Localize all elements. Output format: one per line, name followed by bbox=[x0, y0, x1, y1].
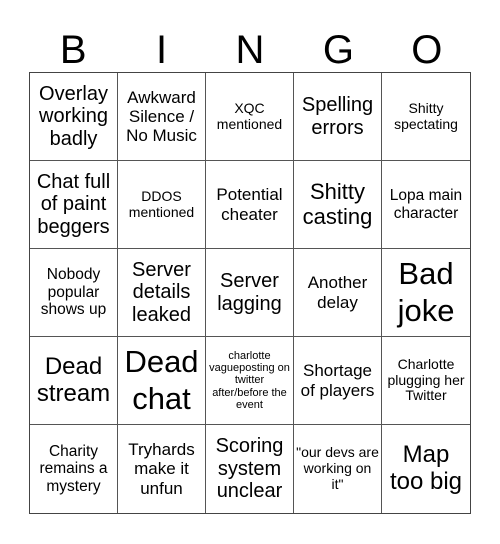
header-letter-b: B bbox=[59, 28, 87, 72]
header-letter-n: N bbox=[235, 28, 265, 72]
bingo-cell[interactable]: Server lagging bbox=[206, 249, 294, 337]
bingo-card-grid: Overlay working badly Awkward Silence / … bbox=[29, 72, 471, 514]
bingo-cell-text: Spelling errors bbox=[301, 94, 374, 139]
header-letter-i: I bbox=[156, 28, 168, 72]
header-letter-o: O bbox=[411, 28, 443, 72]
bingo-cell-text: Map too big bbox=[389, 441, 463, 495]
bingo-cell[interactable]: Lopa main character bbox=[382, 161, 470, 249]
bingo-cell[interactable]: Tryhards make it unfun bbox=[118, 425, 206, 513]
bingo-cell[interactable]: Bad joke bbox=[382, 249, 470, 337]
bingo-cell-text: Shitty spectating bbox=[394, 99, 458, 132]
bingo-cell-text: Lopa main character bbox=[389, 187, 463, 222]
bingo-cell-text: Server details leaked bbox=[132, 258, 191, 326]
bingo-cell[interactable]: charlotte vagueposting on twitter after/… bbox=[206, 337, 294, 425]
bingo-cell-text: Overlay working badly bbox=[39, 82, 108, 150]
bingo-header: B I N G O bbox=[29, 27, 471, 73]
bingo-cell-text: Nobody popular shows up bbox=[40, 266, 107, 319]
bingo-cell-text: Dead chat bbox=[124, 343, 199, 416]
bingo-cell-text: charlotte vagueposting on twitter after/… bbox=[209, 349, 290, 411]
bingo-cell[interactable]: Map too big bbox=[382, 425, 470, 513]
bingo-cell[interactable]: Another delay bbox=[294, 249, 382, 337]
bingo-cell[interactable]: Overlay working badly bbox=[30, 73, 118, 161]
bingo-cell[interactable]: Scoring system unclear bbox=[206, 425, 294, 513]
bingo-cell[interactable]: Chat full of paint beggers bbox=[30, 161, 118, 249]
bingo-cell-text: DDOS mentioned bbox=[128, 187, 195, 220]
bingo-cell-text: Server lagging bbox=[217, 270, 282, 315]
bingo-cell[interactable]: Shitty casting bbox=[294, 161, 382, 249]
bingo-cell[interactable]: Charlotte plugging her Twitter bbox=[382, 337, 470, 425]
bingo-cell[interactable]: XQC mentioned bbox=[206, 73, 294, 161]
bingo-cell-text: Charlotte plugging her Twitter bbox=[387, 355, 465, 404]
header-letter-g: G bbox=[322, 28, 354, 72]
bingo-cell-text: Chat full of paint beggers bbox=[36, 170, 111, 238]
bingo-cell-text: Charity remains a mystery bbox=[39, 442, 108, 495]
bingo-cell-text: "our devs are working on it" bbox=[296, 444, 379, 492]
bingo-cell-text: Dead stream bbox=[36, 352, 111, 407]
bingo-cell-text: Bad joke bbox=[397, 255, 455, 328]
bingo-cell[interactable]: Shortage of players bbox=[294, 337, 382, 425]
bingo-cell[interactable]: Nobody popular shows up bbox=[30, 249, 118, 337]
bingo-cell-text: Tryhards make it unfun bbox=[128, 440, 195, 498]
bingo-cell[interactable]: Potential cheater bbox=[206, 161, 294, 249]
bingo-cell[interactable]: DDOS mentioned bbox=[118, 161, 206, 249]
bingo-cell-text: Potential cheater bbox=[216, 185, 283, 224]
bingo-cell[interactable]: Charity remains a mystery bbox=[30, 425, 118, 513]
bingo-cell-text: XQC mentioned bbox=[216, 99, 283, 132]
bingo-cell-text: Scoring system unclear bbox=[215, 435, 284, 503]
bingo-cell[interactable]: "our devs are working on it" bbox=[294, 425, 382, 513]
bingo-cell-text: Shitty casting bbox=[302, 178, 373, 229]
bingo-cell-text: Another delay bbox=[307, 273, 368, 312]
bingo-cell[interactable]: Dead chat bbox=[118, 337, 206, 425]
bingo-cell[interactable]: Shitty spectating bbox=[382, 73, 470, 161]
bingo-cell[interactable]: Awkward Silence / No Music bbox=[118, 73, 206, 161]
bingo-cell-text: Shortage of players bbox=[300, 361, 375, 400]
bingo-cell[interactable]: Server details leaked bbox=[118, 249, 206, 337]
bingo-cell[interactable]: Dead stream bbox=[30, 337, 118, 425]
bingo-cell[interactable]: Spelling errors bbox=[294, 73, 382, 161]
bingo-cell-text: Awkward Silence / No Music bbox=[126, 87, 197, 146]
